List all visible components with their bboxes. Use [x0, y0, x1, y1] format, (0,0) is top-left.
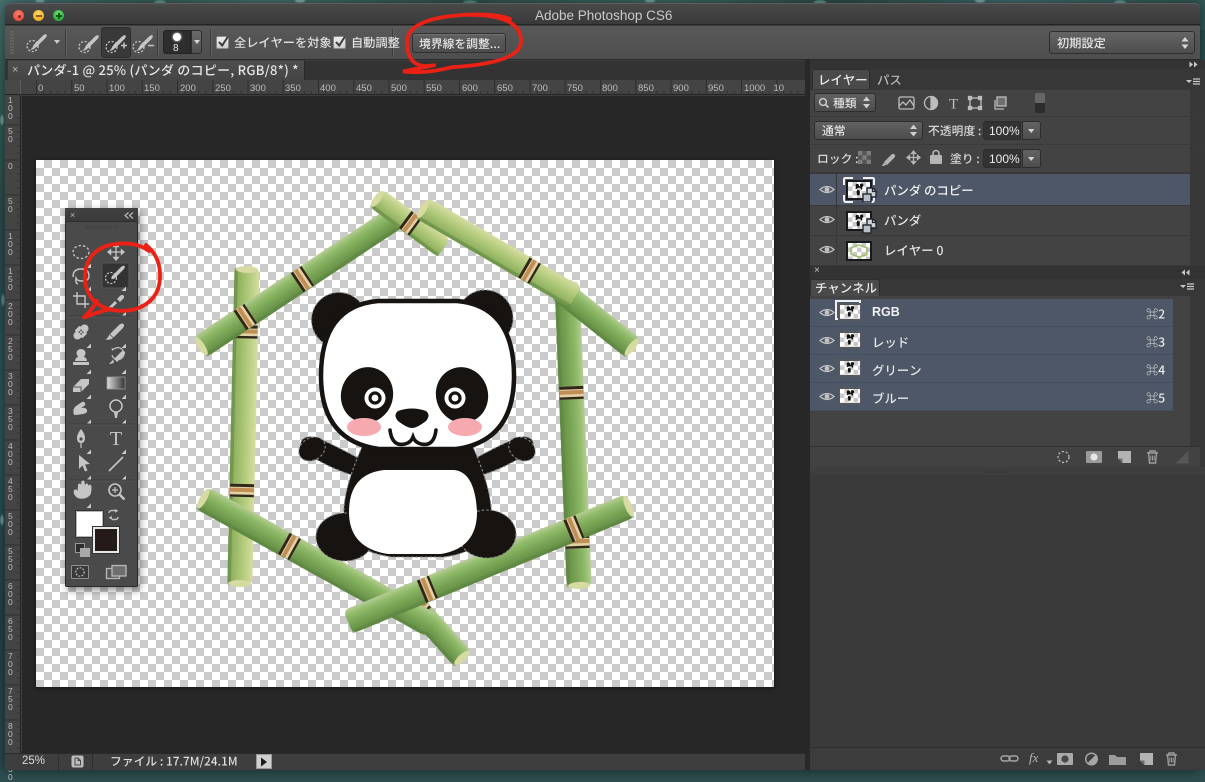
svg-text:T: T [110, 428, 122, 450]
svg-text:T: T [949, 97, 958, 113]
